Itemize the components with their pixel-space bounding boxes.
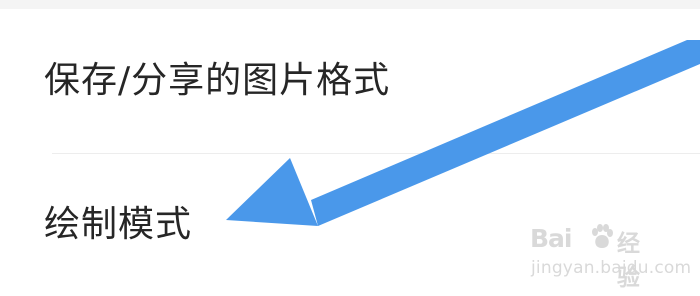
setting-item-label: 绘制模式 (44, 204, 193, 245)
settings-screen: 保存/分享的图片格式 绘制模式 Bai 经验 jingyan.baidu.com (0, 0, 700, 296)
paw-icon (592, 224, 613, 248)
setting-item-image-format[interactable]: 保存/分享的图片格式 (0, 63, 700, 117)
top-separator-strip (0, 0, 700, 9)
watermark-site: jingyan.baidu.com (531, 258, 692, 278)
setting-item-label: 保存/分享的图片格式 (44, 60, 391, 101)
watermark-logo: Bai (530, 224, 572, 253)
baidu-jingyan-watermark: Bai 经验 jingyan.baidu.com (530, 224, 691, 291)
list-divider (52, 153, 700, 154)
